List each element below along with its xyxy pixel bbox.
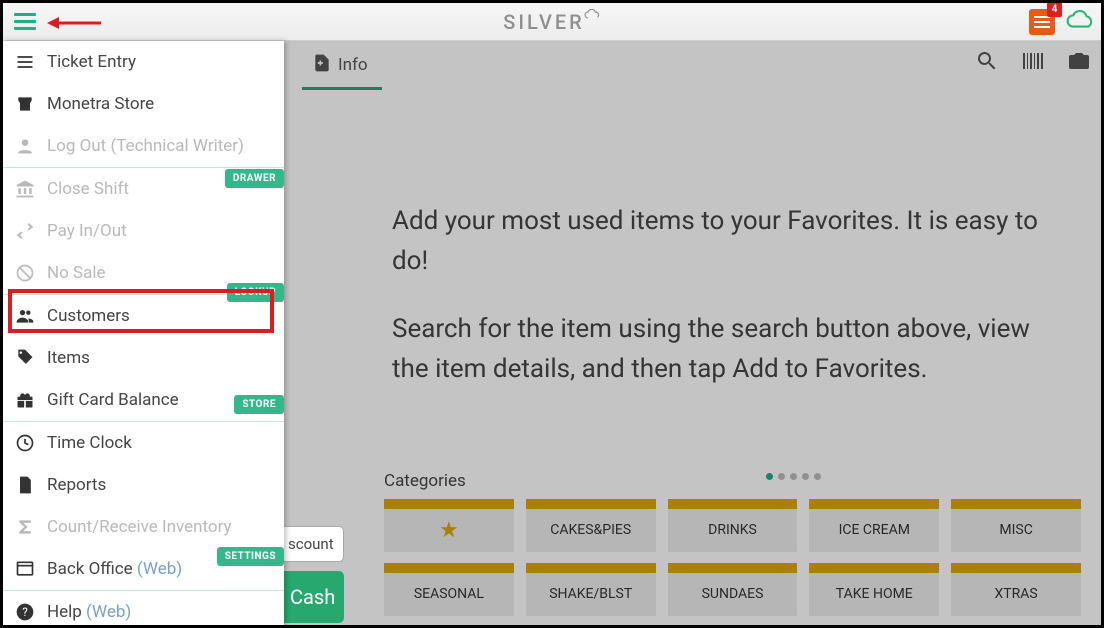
browser-icon	[15, 559, 37, 579]
sidebar-item-ticket-entry[interactable]: Ticket Entry	[3, 41, 284, 83]
cash-button[interactable]: Cash	[284, 571, 344, 623]
sidebar-item-reports[interactable]: Reports	[3, 464, 284, 506]
sidebar-item-label: Reports	[47, 475, 106, 495]
sidebar-item-label: Count/Receive Inventory	[47, 517, 232, 537]
section-badge-store: STORE	[234, 395, 284, 414]
sidebar-item-label: Items	[47, 348, 90, 368]
section-badge-lookup: LOOKUP	[227, 283, 284, 302]
dim-overlay[interactable]	[284, 41, 1101, 625]
tag-icon	[15, 348, 37, 368]
sidebar-item-items[interactable]: Items	[3, 337, 284, 379]
sidebar-item-label: Help (Web)	[47, 602, 131, 622]
help-icon: ?	[15, 602, 37, 622]
section-badge-drawer: DRAWER	[225, 169, 284, 188]
sidebar-item-label: Ticket Entry	[47, 52, 136, 72]
list-icon	[15, 52, 37, 72]
no-icon	[15, 263, 37, 283]
sidebar-item-monetra-store[interactable]: Monetra Store	[3, 83, 284, 125]
sidebar-item-inventory[interactable]: Count/Receive Inventory	[3, 506, 284, 548]
annotation-arrow	[47, 15, 101, 31]
bank-icon	[15, 179, 37, 199]
discount-button[interactable]: scount	[284, 526, 344, 562]
sigma-icon	[15, 517, 37, 537]
sidebar-item-label: Close Shift	[47, 179, 129, 199]
sidebar-item-label: Back Office (Web)	[47, 559, 182, 579]
document-icon	[15, 475, 37, 495]
notification-badge: 4	[1047, 2, 1062, 17]
sidebar-item-label: Monetra Store	[47, 94, 154, 114]
people-icon	[15, 306, 37, 326]
sidebar-item-label: Pay In/Out	[47, 221, 127, 241]
swap-icon	[15, 221, 37, 241]
sidebar-item-label: Gift Card Balance	[47, 390, 179, 410]
sidebar-item-label: No Sale	[47, 263, 106, 283]
top-bar: SILVER 4	[3, 3, 1101, 41]
sidebar-item-help[interactable]: ? Help (Web)	[3, 591, 284, 628]
sidebar-item-label: Customers	[47, 306, 130, 326]
navigation-drawer: Ticket Entry Monetra Store Log Out (Tech…	[3, 41, 284, 625]
brand-logo: SILVER	[503, 10, 601, 34]
section-badge-settings: SETTINGS	[217, 547, 284, 566]
menu-icon[interactable]	[8, 3, 42, 41]
sidebar-item-pay-in-out[interactable]: Pay In/Out	[3, 210, 284, 252]
store-icon	[15, 94, 37, 114]
cloud-accent-icon	[583, 9, 601, 24]
svg-text:?: ?	[22, 605, 28, 619]
receipt-icon[interactable]: 4	[1029, 9, 1055, 35]
sidebar-item-time-clock[interactable]: Time Clock	[3, 422, 284, 464]
clock-icon	[15, 433, 37, 453]
sidebar-item-label: Log Out (Technical Writer)	[47, 136, 244, 156]
user-icon	[15, 136, 37, 156]
gift-icon	[15, 390, 37, 410]
sidebar-item-label: Time Clock	[47, 433, 132, 453]
cloud-sync-icon[interactable]	[1065, 9, 1095, 35]
sidebar-item-logout[interactable]: Log Out (Technical Writer)	[3, 125, 284, 167]
